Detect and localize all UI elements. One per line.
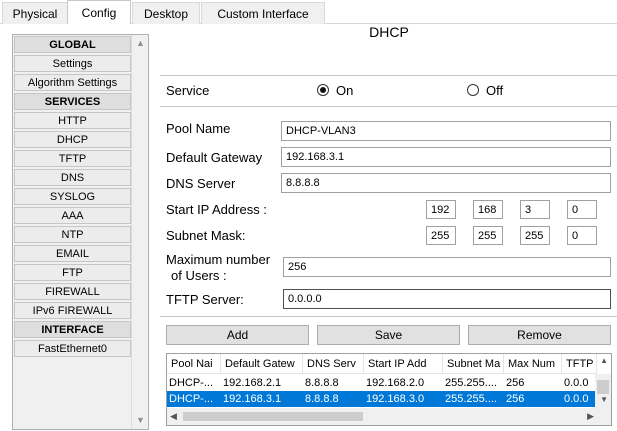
scroll-down-icon[interactable]: ▼ xyxy=(600,395,608,404)
start-ip-octet-4[interactable]: 0 xyxy=(567,200,597,219)
divider xyxy=(160,316,617,317)
sidebar-item-aaa[interactable]: AAA xyxy=(14,207,131,224)
add-button[interactable]: Add xyxy=(166,325,309,345)
table-cell: 255.255.... xyxy=(445,377,497,389)
service-off-radio[interactable] xyxy=(467,84,479,96)
scroll-up-icon[interactable]: ▲ xyxy=(600,356,608,365)
table-vertical-scrollbar[interactable] xyxy=(595,374,611,411)
max-users-label: Maximum number xyxy=(166,252,271,267)
remove-button[interactable]: Remove xyxy=(468,325,611,345)
scroll-left-icon[interactable]: ◀ xyxy=(170,411,177,422)
start-ip-octet-3[interactable]: 3 xyxy=(520,200,550,219)
sidebar-section-header: SERVICES xyxy=(14,93,131,110)
tab-config[interactable]: Config xyxy=(67,0,131,25)
table-cell: 256 xyxy=(506,377,525,389)
sidebar-item-syslog[interactable]: SYSLOG xyxy=(14,188,131,205)
table-header: Pool Nai Default Gatew DNS Serv Start IP Ad… xyxy=(167,354,597,374)
divider xyxy=(160,75,617,76)
table-cell: 0.0.0 xyxy=(564,377,589,389)
start-ip-label: Start IP Address : xyxy=(166,202,267,217)
tftp-server-label: TFTP Server: xyxy=(166,292,244,307)
config-sidebar: GLOBAL Settings Algorithm Settings SERVICES… xyxy=(12,34,149,430)
table-cell: 0.0.0 xyxy=(564,393,589,405)
subnet-mask-label: Subnet Mask: xyxy=(166,228,246,243)
service-on-radio[interactable] xyxy=(317,84,329,96)
tab-bar: Physical Config Desktop Custom Interface xyxy=(0,0,617,25)
column-header[interactable]: Pool Nai xyxy=(167,354,221,374)
scroll-thumb[interactable] xyxy=(597,380,609,394)
table-cell: 8.8.8.8 xyxy=(305,377,339,389)
table-cell: 256 xyxy=(506,393,525,405)
sidebar-section-header: INTERFACE xyxy=(14,321,131,338)
sidebar-item-dhcp[interactable]: DHCP xyxy=(14,131,131,148)
save-button[interactable]: Save xyxy=(317,325,460,345)
table-cell: 192.168.2.1 xyxy=(223,377,282,389)
sidebar-item-settings[interactable]: Settings xyxy=(14,55,131,72)
sidebar-item-http[interactable]: HTTP xyxy=(14,112,131,129)
table-cell: 192.168.3.0 xyxy=(366,393,425,405)
default-gateway-field[interactable]: 192.168.3.1 xyxy=(281,147,611,167)
sidebar-item-fastethernet0[interactable]: FastEthernet0 xyxy=(14,340,131,357)
subnet-mask-octet-3[interactable]: 255 xyxy=(520,226,550,245)
sidebar-item-email[interactable]: EMAIL xyxy=(14,245,131,262)
table-cell: DHCP-... xyxy=(169,393,213,405)
max-users-label-line2: of Users : xyxy=(171,268,227,283)
table-cell: 255.255.... xyxy=(445,393,497,405)
sidebar-item-ftp[interactable]: FTP xyxy=(14,264,131,281)
dns-server-label: DNS Server xyxy=(166,176,236,191)
tab-desktop[interactable]: Desktop xyxy=(132,2,200,24)
scroll-down-icon[interactable]: ▼ xyxy=(136,416,145,425)
column-header[interactable]: DNS Serv xyxy=(303,354,364,374)
sidebar-scrollbar[interactable]: ▲ ▼ xyxy=(131,35,148,429)
subnet-mask-octet-4[interactable]: 0 xyxy=(567,226,597,245)
table-row[interactable]: DHCP-... 192.168.2.1 8.8.8.8 192.168.2.0 255… xyxy=(167,375,597,391)
divider xyxy=(160,106,617,107)
table-row[interactable]: DHCP-... 192.168.3.1 8.8.8.8 192.168.3.0 255… xyxy=(167,391,597,407)
pool-name-label: Pool Name xyxy=(166,121,231,136)
column-header[interactable]: TFTP xyxy=(562,354,597,374)
dhcp-pool-table: Pool Nai Default Gatew DNS Serv Start IP Ad… xyxy=(166,353,612,426)
tftp-server-field[interactable]: 0.0.0.0 xyxy=(283,289,611,309)
table-cell: DHCP-... xyxy=(169,377,213,389)
scroll-thumb[interactable] xyxy=(183,412,363,421)
column-header[interactable]: Start IP Add xyxy=(364,354,443,374)
scroll-corner xyxy=(595,408,611,425)
sidebar-item-dns[interactable]: DNS xyxy=(14,169,131,186)
service-on-label: On xyxy=(336,83,354,98)
tab-physical[interactable]: Physical xyxy=(2,2,68,24)
column-header[interactable]: Max Num xyxy=(504,354,562,374)
column-header[interactable]: Default Gatew xyxy=(221,354,303,374)
subnet-mask-octet-2[interactable]: 255 xyxy=(473,226,503,245)
sidebar-item-tftp[interactable]: TFTP xyxy=(14,150,131,167)
sidebar-item-algorithm-settings[interactable]: Algorithm Settings xyxy=(14,74,131,91)
start-ip-octet-1[interactable]: 192 xyxy=(426,200,456,219)
table-cell: 192.168.3.1 xyxy=(223,393,282,405)
start-ip-octet-2[interactable]: 168 xyxy=(473,200,503,219)
table-cell: 8.8.8.8 xyxy=(305,393,339,405)
service-off-label: Off xyxy=(486,83,504,98)
scroll-right-icon[interactable]: ▶ xyxy=(587,411,594,422)
max-users-field[interactable]: 256 xyxy=(283,257,611,277)
tab-custom-interface[interactable]: Custom Interface xyxy=(201,2,325,24)
table-horizontal-scrollbar[interactable]: ◀ ▶ xyxy=(167,408,597,425)
service-label: Service xyxy=(166,83,210,98)
column-header[interactable]: Subnet Ma xyxy=(443,354,504,374)
default-gateway-label: Default Gateway xyxy=(166,150,263,165)
pool-name-field[interactable]: DHCP-VLAN3 xyxy=(281,121,611,141)
dns-server-field[interactable]: 8.8.8.8 xyxy=(281,173,611,193)
sidebar-list: GLOBAL Settings Algorithm Settings SERVICES… xyxy=(14,36,131,359)
sidebar-item-ntp[interactable]: NTP xyxy=(14,226,131,243)
page-title: DHCP xyxy=(369,24,409,40)
scroll-up-icon[interactable]: ▲ xyxy=(136,39,145,48)
sidebar-item-firewall[interactable]: FIREWALL xyxy=(14,283,131,300)
table-cell: 192.168.2.0 xyxy=(366,377,425,389)
subnet-mask-octet-1[interactable]: 255 xyxy=(426,226,456,245)
sidebar-section-header: GLOBAL xyxy=(14,36,131,53)
sidebar-item-ipv6-firewall[interactable]: IPv6 FIREWALL xyxy=(14,302,131,319)
